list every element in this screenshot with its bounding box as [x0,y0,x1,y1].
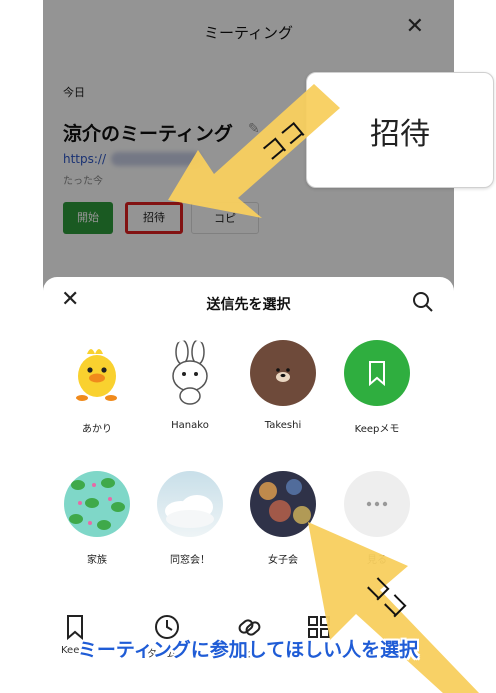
annotation-arrows [168,84,480,693]
arrow-top [168,84,340,218]
instruction-caption: ミーティングに参加してほしい人を選択 [77,639,419,661]
